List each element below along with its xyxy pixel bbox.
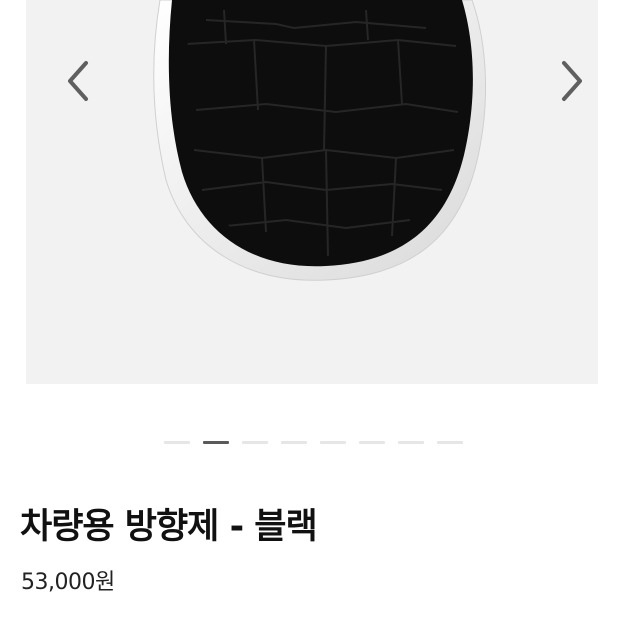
next-image-button[interactable] [556, 52, 590, 110]
carousel-dot[interactable] [398, 441, 424, 444]
carousel-pagination [164, 441, 463, 445]
carousel-dot[interactable] [164, 441, 190, 444]
carousel-dot[interactable] [242, 441, 268, 444]
carousel-dot[interactable] [320, 441, 346, 444]
chevron-right-icon [562, 61, 582, 101]
chevron-left-icon [68, 61, 88, 101]
carousel-dot-active[interactable] [203, 441, 229, 444]
product-price: 53,000원 [21, 570, 115, 595]
carousel-dot[interactable] [437, 441, 463, 444]
carousel-dot[interactable] [281, 441, 307, 444]
product-image-panel[interactable] [26, 0, 598, 384]
carousel-dot[interactable] [359, 441, 385, 444]
product-image [153, 0, 487, 281]
previous-image-button[interactable] [60, 52, 94, 110]
product-title: 차량용 방향제 - 블랙 [20, 507, 318, 547]
product-page: 차량용 방향제 - 블랙 53,000원 [0, 0, 625, 625]
